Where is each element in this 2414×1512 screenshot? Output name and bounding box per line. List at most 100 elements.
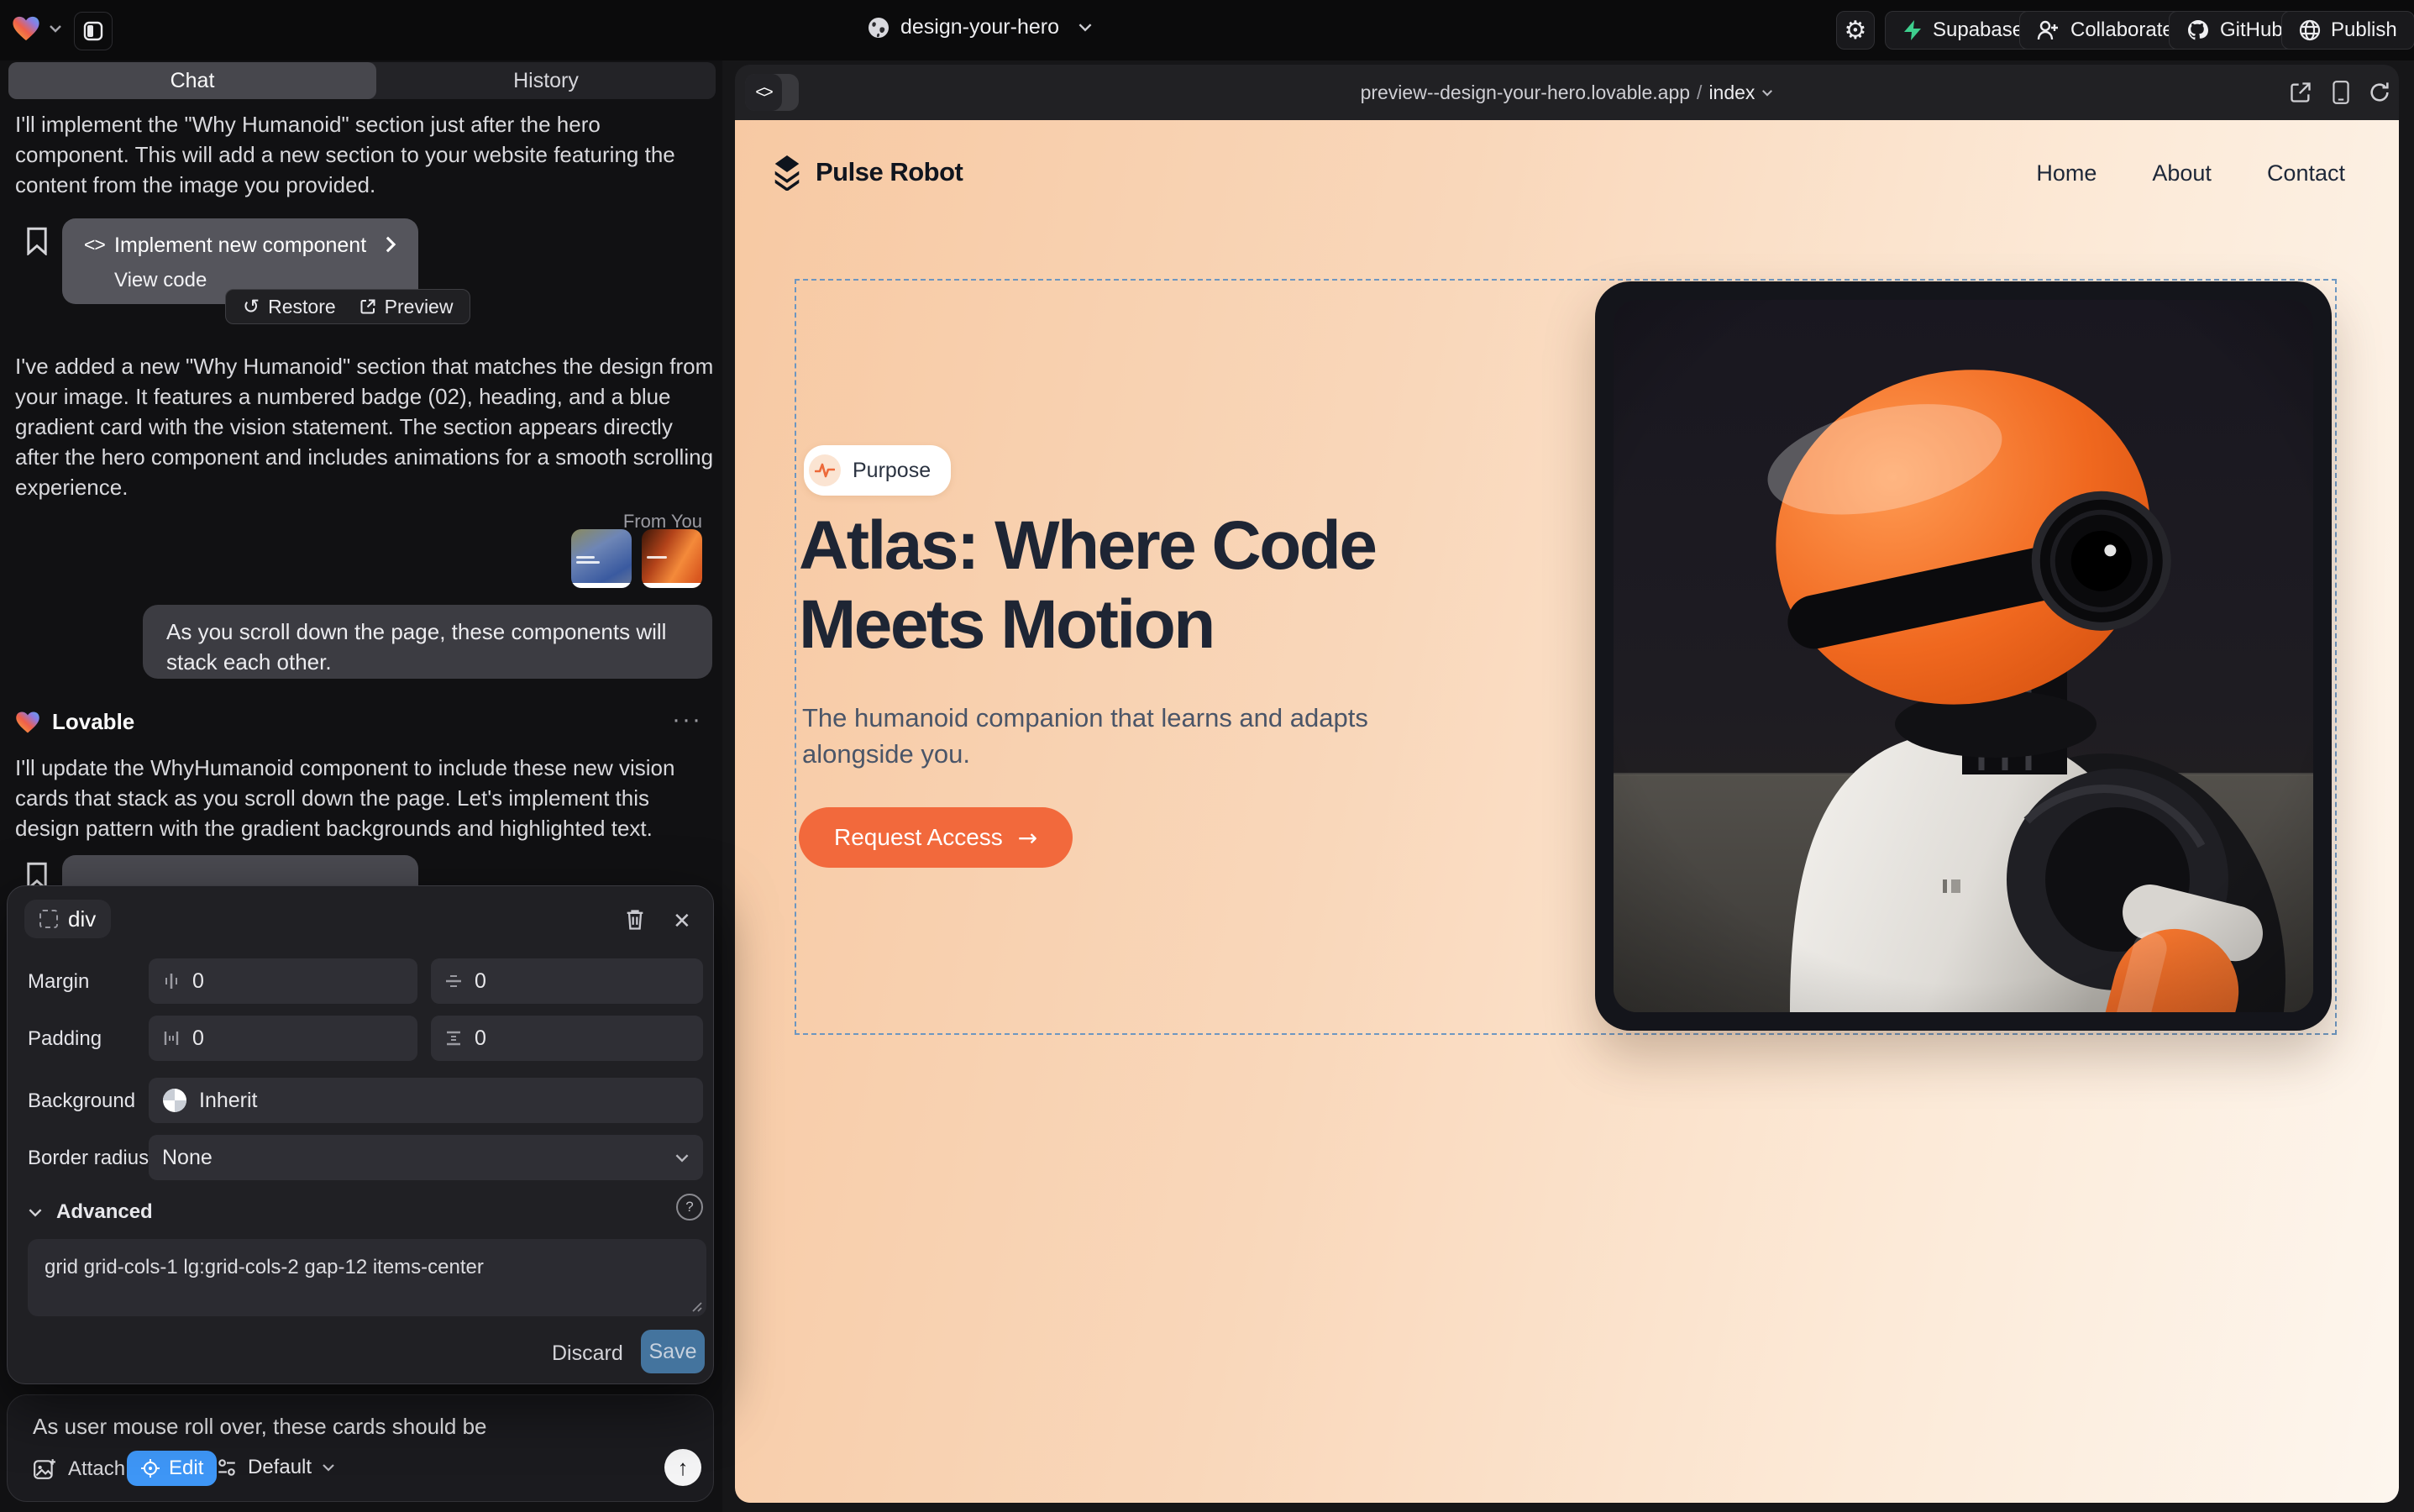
chevron-down-icon [674,1153,690,1163]
supabase-button[interactable]: Supabase [1885,11,2041,50]
publish-label: Publish [2331,18,2397,42]
margin-y-input[interactable]: 0 [431,958,703,1004]
collaborate-button[interactable]: Collaborate [2019,11,2191,50]
lovable-menu[interactable] [12,15,62,42]
preview-url-bar[interactable]: preview--design-your-hero.lovable.app / … [735,65,2399,120]
background-label: Background [28,1089,135,1113]
site-brand: Pulse Robot [816,157,963,187]
element-inspector-panel: div ✕ Margin 0 0 [7,885,714,1384]
chevron-down-icon [322,1463,335,1472]
edit-mode-button[interactable]: Edit [127,1451,217,1486]
refresh-icon[interactable] [2368,81,2391,104]
assistant-message-2: I've added a new "Why Humanoid" section … [15,351,717,502]
restore-label: Restore [268,296,336,318]
url-separator: / [1697,81,1702,104]
composer-input[interactable]: As user mouse roll over, these cards sho… [33,1414,487,1440]
restore-button[interactable]: ↺ Restore [243,295,336,318]
discard-button[interactable]: Discard [552,1341,623,1366]
attachment-thumb-orange[interactable] [642,529,702,588]
trash-icon[interactable] [624,908,646,932]
advanced-toggle[interactable]: Advanced [28,1200,153,1224]
site-nav: Home About Contact [2036,160,2345,186]
attach-image-icon [33,1457,56,1481]
assistant-message-1: I'll implement the "Why Humanoid" sectio… [15,109,712,200]
publish-button[interactable]: Publish [2281,11,2414,50]
project-name: design-your-hero [900,15,1059,39]
open-in-new-tab-icon[interactable] [2289,81,2312,104]
code-icon: <> [84,234,105,256]
view-code-link[interactable]: View code [114,269,207,292]
padding-x-input[interactable]: 0 [149,1016,417,1061]
background-value: Inherit [199,1089,257,1113]
settings-button[interactable]: ⚙ [1836,11,1875,50]
border-radius-value: None [162,1146,663,1170]
topbar: design-your-hero ⚙ Supabase Collaborate [0,0,2414,60]
preview-button[interactable]: Preview [359,296,454,318]
padding-x-icon [162,1029,181,1047]
nav-home[interactable]: Home [2036,160,2097,186]
padding-y-value: 0 [475,1026,486,1051]
resize-handle-icon[interactable] [690,1299,703,1313]
robot-image-card [1595,281,2332,1031]
element-tag-chip[interactable]: div [24,900,111,938]
lovable-heart-icon [15,711,40,734]
border-radius-select[interactable]: None [149,1135,703,1180]
background-input[interactable]: Inherit [149,1078,703,1123]
chevron-down-icon [28,1208,43,1217]
site-canvas: Pulse Robot Home About Contact Purpose A… [735,120,2399,1503]
send-button[interactable]: ↑ [664,1449,701,1486]
gear-icon: ⚙ [1845,16,1867,45]
border-radius-label: Border radius [28,1147,149,1170]
user-message-text: As you scroll down the page, these compo… [166,617,687,677]
element-tag: div [68,906,96,932]
chat-panel: Chat History I'll implement the "Why Hum… [0,60,722,1512]
chevron-down-icon [1761,89,1773,97]
mobile-preview-icon[interactable] [2329,80,2353,105]
classes-textarea[interactable]: grid grid-cols-1 lg:grid-cols-2 gap-12 i… [28,1239,706,1316]
sidebar-toggle-button[interactable] [74,12,113,50]
pulse-activity-icon [809,454,841,486]
hero-headline-line2: Meets Motion [799,585,1639,664]
cta-label: Request Access [834,824,1003,851]
project-selector[interactable]: design-your-hero [867,15,1093,39]
preview-header: preview--design-your-hero.lovable.app / … [735,65,2399,120]
padding-y-input[interactable]: 0 [431,1016,703,1061]
more-menu-icon[interactable]: ··· [672,706,702,734]
padding-y-icon [444,1029,463,1047]
code-view-toggle[interactable]: <> [745,74,799,111]
transparent-swatch-icon [162,1088,187,1113]
margin-x-input[interactable]: 0 [149,958,417,1004]
margin-y-value: 0 [475,969,486,994]
chevron-down-icon [49,24,62,33]
target-icon [140,1458,160,1478]
globe-icon [867,16,890,39]
arrow-right-icon: → [1018,824,1037,852]
help-icon[interactable]: ? [676,1194,703,1221]
lovable-heart-icon [12,15,40,42]
nav-contact[interactable]: Contact [2267,160,2345,186]
code-icon: <> [745,74,782,111]
tab-chat[interactable]: Chat [8,62,376,99]
site-logo[interactable]: Pulse Robot [770,154,963,191]
chevron-right-icon [385,235,396,254]
github-icon [2186,18,2210,42]
attachment-thumbnails [571,529,714,588]
nav-about[interactable]: About [2152,160,2212,186]
save-button[interactable]: Save [641,1330,705,1373]
assistant-name: Lovable [52,709,134,735]
collaborate-label: Collaborate [2070,18,2174,42]
margin-x-value: 0 [192,969,204,994]
supabase-icon [1902,19,1923,41]
chat-composer[interactable]: As user mouse roll over, these cards sho… [7,1394,714,1502]
pulse-robot-logo-icon [770,154,804,191]
external-link-icon [359,298,376,315]
tab-history[interactable]: History [376,62,716,99]
attach-button[interactable]: Attach [33,1457,125,1481]
padding-label: Padding [28,1027,102,1051]
request-access-button[interactable]: Request Access → [799,807,1073,868]
user-message-bubble: As you scroll down the page, these compo… [143,605,712,679]
close-icon[interactable]: ✕ [673,908,691,934]
attachment-thumb-blue[interactable] [571,529,632,588]
edit-label: Edit [169,1457,203,1480]
mode-selector[interactable]: Default [216,1456,335,1479]
